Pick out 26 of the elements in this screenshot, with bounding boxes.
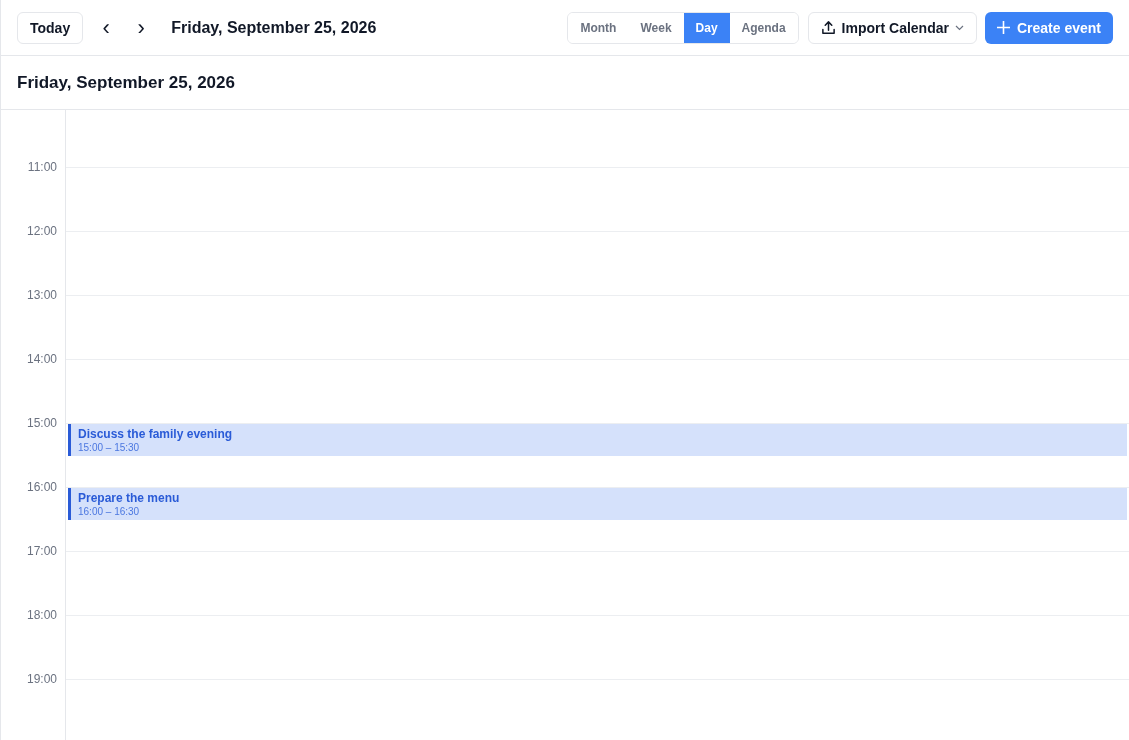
today-button[interactable]: Today (17, 11, 84, 44)
hour-label: 15:00 (26, 416, 57, 430)
next-button[interactable]: › (129, 16, 154, 39)
event-block[interactable]: Prepare the menu 16:00 – 16:30 (68, 488, 1127, 520)
chevron-down-icon (954, 24, 964, 31)
day-heading: Friday, September 25, 2026 (17, 72, 235, 93)
hour-label: 18:00 (26, 608, 57, 622)
event-time: 15:00 – 15:30 (78, 442, 141, 454)
upload-icon (820, 20, 836, 35)
hour-label: 11:00 (27, 160, 57, 174)
event-time: 16:00 – 16:30 (78, 506, 141, 518)
view-tab[interactable]: Day (683, 12, 730, 43)
event-title: Discuss the family evening (78, 427, 234, 442)
hour-label: 12:00 (26, 224, 57, 238)
hour-label: 13:00 (26, 288, 57, 302)
hour-label: 16:00 (26, 480, 57, 494)
hour-label: 17:00 (26, 544, 57, 558)
event-block[interactable]: Discuss the family evening 15:00 – 15:30 (68, 424, 1127, 456)
import-calendar-button[interactable]: Import Calendar (807, 11, 977, 44)
event-title: Prepare the menu (78, 491, 181, 506)
date-title: Friday, September 25, 2026 (171, 18, 377, 37)
hour-label: 19:00 (26, 672, 57, 686)
hour-label: 14:00 (26, 352, 57, 366)
plus-icon (996, 21, 1010, 34)
create-event-button[interactable]: Create event (984, 11, 1113, 44)
previous-button[interactable]: ‹ (94, 16, 119, 39)
